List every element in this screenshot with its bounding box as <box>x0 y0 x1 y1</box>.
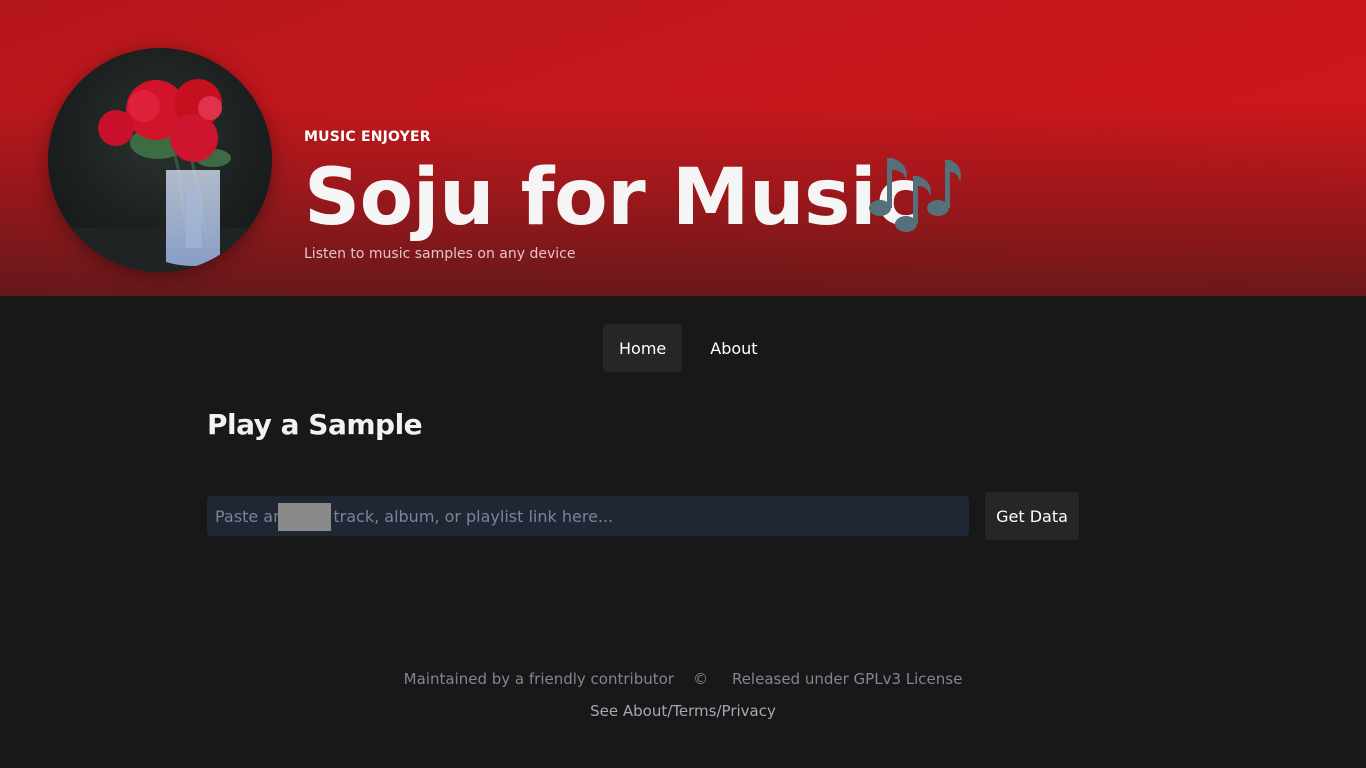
eyebrow-label: MUSIC ENJOYER <box>304 129 431 145</box>
avatar <box>48 48 272 272</box>
footer-links-text[interactable]: See About/Terms/Privacy <box>590 702 776 720</box>
nav-about[interactable]: About <box>694 324 773 372</box>
footer-credits: Maintained by a friendly contributor © R… <box>0 670 1366 688</box>
footer-license[interactable]: Released under GPLv3 License <box>732 670 962 688</box>
footer-maintainer: Maintained by a friendly contributor <box>403 670 674 688</box>
page-subtitle: Listen to music samples on any device <box>304 246 576 262</box>
hero-banner: MUSIC ENJOYER Soju for Music Listen to m… <box>0 0 1366 296</box>
main-nav: Home About <box>603 324 774 372</box>
copyright-symbol: © <box>693 670 709 688</box>
redacted-block <box>278 503 331 531</box>
nav-home[interactable]: Home <box>603 324 683 372</box>
section-title: Play a Sample <box>207 408 423 441</box>
footer-links: See About/Terms/Privacy <box>0 702 1366 720</box>
page-title: Soju for Music <box>304 153 922 243</box>
rose-vase-image <box>48 79 272 272</box>
get-data-button[interactable]: Get Data <box>985 492 1079 540</box>
musical-notes-icon <box>869 158 961 232</box>
